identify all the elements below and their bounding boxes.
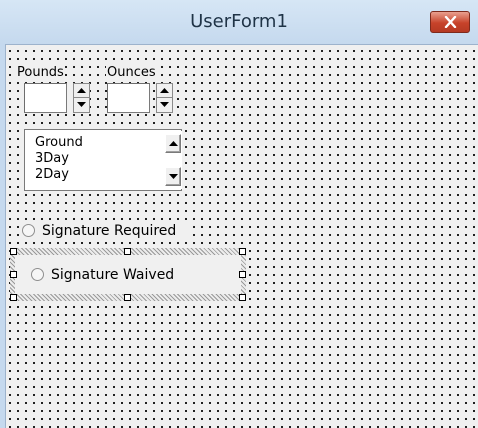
listbox-scrollbar[interactable] [165,131,182,189]
selection-frame[interactable]: Signature Waived [10,248,246,301]
ounces-label: Ounces [106,65,157,81]
scroll-down-icon [169,174,178,179]
spin-down-button[interactable] [157,98,172,112]
close-icon [444,16,457,28]
signature-waived-option[interactable]: Signature Waived [15,255,241,294]
spin-down-icon [160,102,169,107]
radio-button[interactable] [22,224,35,237]
signature-waived-row[interactable]: Signature Waived [29,265,219,285]
resize-handle[interactable] [10,271,17,278]
signature-waived-label: Signature Waived [51,267,175,283]
ounces-spin-button[interactable] [156,83,173,113]
resize-handle[interactable] [10,294,17,301]
list-item[interactable]: 2Day [35,167,69,183]
spin-down-button[interactable] [74,98,89,112]
signature-required-option[interactable]: Signature Required [20,221,190,241]
resize-handle[interactable] [10,248,17,255]
resize-handle[interactable] [239,294,246,301]
ounces-textbox[interactable] [107,83,150,113]
pounds-spin-button[interactable] [73,83,90,113]
pounds-textbox[interactable] [24,83,67,113]
spin-up-icon [77,88,86,93]
resize-handle[interactable] [239,271,246,278]
scroll-up-button[interactable] [165,134,181,153]
list-item[interactable]: Ground [35,135,83,151]
resize-handle[interactable] [124,248,131,255]
signature-required-label: Signature Required [42,223,177,239]
scroll-up-icon [169,141,178,146]
userform-design-grid[interactable]: Pounds Ounces Ground 3Day 2Day Signature… [6,45,478,428]
spin-up-button[interactable] [74,84,89,98]
spin-down-icon [77,102,86,107]
spin-up-icon [160,88,169,93]
window-title: UserForm1 [190,11,288,32]
spin-up-button[interactable] [157,84,172,98]
shipping-listbox[interactable]: Ground 3Day 2Day [24,129,182,191]
list-item[interactable]: 3Day [35,151,69,167]
pounds-label: Pounds [16,65,65,81]
close-button[interactable] [430,11,470,33]
radio-button[interactable] [31,268,44,281]
resize-handle[interactable] [239,248,246,255]
scroll-down-button[interactable] [165,167,181,186]
resize-handle[interactable] [124,294,131,301]
